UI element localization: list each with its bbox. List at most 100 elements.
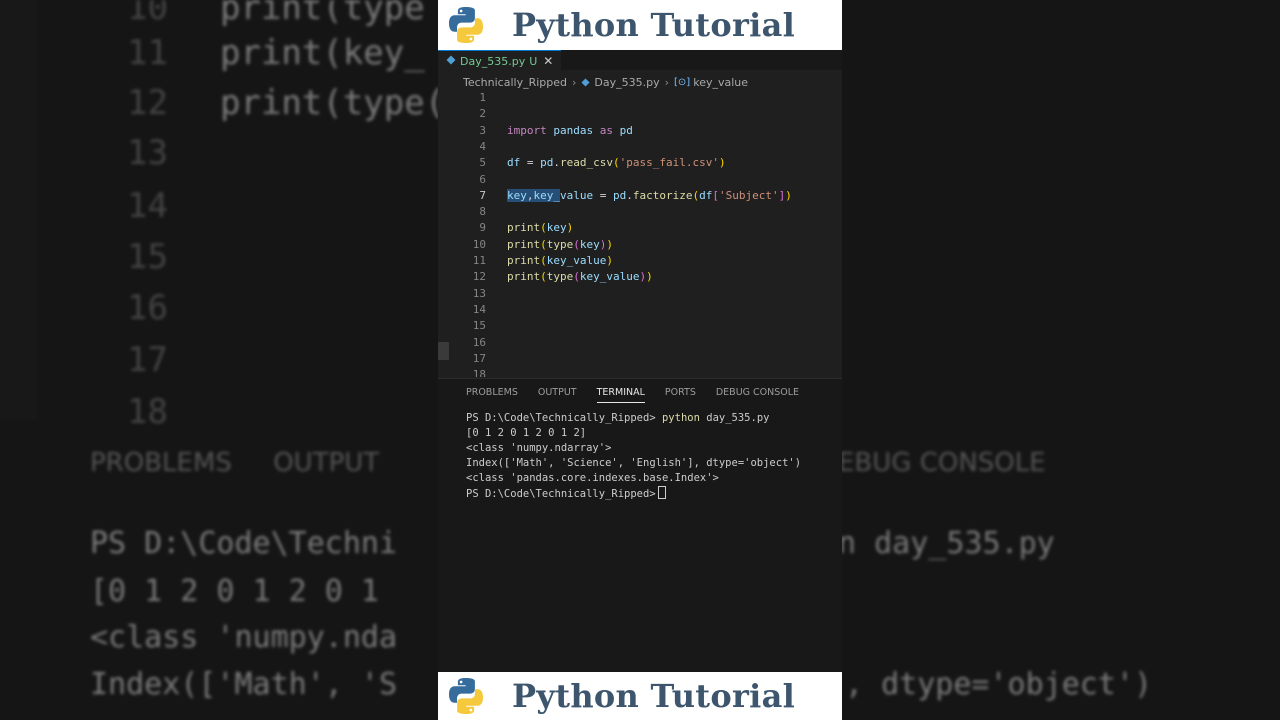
bg-line-number: 15 — [127, 237, 168, 277]
bg-code-line: print(type — [220, 0, 425, 28]
code-line[interactable]: 10 print(type(key)) — [438, 237, 842, 253]
bg-line-number: 13 — [127, 133, 168, 173]
editor-tab-bar: Day_535.py U ✕ — [438, 50, 842, 71]
line-number: 1 — [479, 91, 486, 104]
tab-filename: Day_535.py — [460, 54, 526, 68]
bg-term-line: [0 1 2 0 1 2 0 1 — [90, 574, 379, 609]
code-text: df = pd.read_csv('pass_fail.csv') — [507, 156, 726, 170]
line-number: 17 — [472, 351, 486, 365]
terminal-command: python — [661, 412, 700, 424]
terminal-input-line[interactable]: PS D:\Code\Technically_Ripped> — [466, 486, 666, 502]
line-number: 2 — [479, 107, 486, 121]
breadcrumb-folder[interactable]: Technically_Ripped — [463, 76, 567, 89]
terminal-output-line: [0 1 2 0 1 2 0 1 2] — [466, 427, 587, 439]
code-line[interactable]: 6 — [438, 172, 842, 188]
tab-ports[interactable]: PORTS — [665, 387, 696, 403]
tab-debug-console[interactable]: DEBUG CONSOLE — [716, 387, 799, 403]
bg-line-number: 18 — [127, 392, 168, 432]
terminal-cursor — [657, 486, 666, 499]
bg-code-line: print(key_ — [220, 33, 425, 73]
code-line[interactable]: 9 print(key) — [438, 220, 842, 236]
line-number: 16 — [472, 335, 486, 349]
code-text: import pandas as pd — [507, 123, 633, 137]
line-number: 8 — [479, 205, 486, 219]
code-line[interactable]: 7 key,key_value = pd.factorize(df['Subjec… — [438, 188, 842, 204]
code-line[interactable]: 18 — [438, 367, 842, 377]
bg-panel-tabs-right: EBUG CONSOLE — [838, 448, 1046, 478]
close-icon[interactable]: ✕ — [543, 54, 553, 68]
terminal-prompt: PS D:\Code\Technically_Ripped> — [466, 412, 656, 424]
bg-code-line: print(type( — [220, 83, 446, 123]
python-file-icon — [581, 77, 590, 87]
code-line[interactable]: 14 — [438, 302, 842, 318]
code-text: print(type(key_value)) — [507, 270, 653, 284]
bg-line-number: 16 — [127, 288, 168, 328]
bg-gutter — [0, 0, 38, 420]
bg-line-number: 17 — [127, 340, 168, 380]
line-number: 6 — [479, 172, 486, 186]
line-number: 15 — [472, 319, 486, 333]
breadcrumb: Technically_Ripped › Day_535.py › [⊙] ke… — [463, 72, 748, 92]
terminal-command-line: PS D:\Code\Technically_Ripped> python da… — [466, 411, 769, 426]
code-line[interactable]: 4 — [438, 139, 842, 155]
terminal-final-prompt: PS D:\Code\Technically_Ripped> — [466, 488, 656, 500]
breadcrumb-symbol[interactable]: key_value — [693, 76, 748, 89]
line-number: 3 — [479, 123, 486, 137]
terminal-output-line: <class 'numpy.ndarray'> — [466, 442, 612, 454]
chevron-right-icon: › — [572, 75, 577, 89]
bg-term-line: n day_535.py — [838, 526, 1055, 561]
bg-term-line: , dtype='object') — [845, 667, 1153, 702]
code-text: print(key_value) — [507, 254, 613, 267]
line-number: 14 — [472, 302, 486, 316]
bg-line-number: 14 — [127, 186, 168, 226]
tab-output[interactable]: OUTPUT — [538, 387, 577, 403]
bg-term-line: <class 'numpy.nda — [90, 620, 398, 655]
bottom-panel: PROBLEMS OUTPUT TERMINAL PORTS DEBUG CONSOLE… — [438, 378, 842, 673]
line-number: 12 — [472, 270, 486, 284]
banner-title: Python Tutorial — [512, 6, 796, 44]
terminal-output-line: <class 'pandas.core.indexes.base.Index'> — [466, 472, 719, 484]
tab-status: U — [529, 54, 538, 68]
code-line[interactable]: 5 df = pd.read_csv('pass_fail.csv') — [438, 155, 842, 171]
bg-term-line: PS D:\Code\Techni — [90, 526, 398, 561]
bg-line-number: 10 — [127, 0, 168, 28]
terminal-args: day_535.py — [706, 412, 770, 424]
line-number: 4 — [479, 139, 486, 153]
code-line[interactable]: 3 import pandas as pd — [438, 123, 842, 139]
line-number: 10 — [472, 237, 486, 251]
line-number: 13 — [472, 286, 486, 300]
code-line[interactable]: 16 — [438, 335, 842, 351]
code-line[interactable]: 2 — [438, 106, 842, 122]
code-text: print(key) — [507, 221, 574, 235]
line-number: 7 — [479, 188, 486, 202]
line-number: 18 — [472, 368, 486, 377]
code-text: print(type(key)) — [507, 237, 613, 251]
code-line[interactable]: 1 — [438, 90, 842, 106]
python-logo-icon — [449, 678, 483, 714]
tab-problems[interactable]: PROBLEMS — [466, 387, 518, 403]
tab-day-535[interactable]: Day_535.py U ✕ — [438, 50, 562, 71]
variable-icon: [⊙] — [674, 76, 691, 88]
code-text: key,key_value = pd.factorize(df['Subject… — [507, 188, 792, 202]
tab-terminal[interactable]: TERMINAL — [596, 387, 645, 403]
line-number: 11 — [472, 254, 486, 267]
breadcrumb-file[interactable]: Day_535.py — [594, 76, 659, 89]
bg-panel-tabs-left: PROBLEMS OUTPUT — [90, 448, 380, 478]
bg-line-number: 12 — [127, 83, 168, 123]
python-file-icon — [446, 55, 456, 65]
line-number: 9 — [479, 221, 486, 235]
python-logo-icon — [449, 7, 483, 43]
chevron-right-icon: › — [664, 75, 670, 89]
code-line[interactable]: 15 — [438, 318, 842, 334]
code-line[interactable]: 17 — [438, 351, 842, 367]
terminal-output-line: Index(['Math', 'Science', 'English'], dt… — [466, 457, 802, 469]
code-line[interactable]: 8 — [438, 204, 842, 220]
top-banner: Python Tutorial — [438, 0, 842, 50]
code-editor[interactable]: 1 2 3 import pandas as pd 4 5 df = pd.read_csv… — [438, 90, 842, 377]
line-number: 5 — [479, 156, 486, 170]
code-line[interactable]: 12 print(type(key_value)) — [438, 269, 842, 285]
code-line[interactable]: 11 print(key_value) — [438, 253, 842, 269]
bg-line-number: 11 — [127, 33, 168, 73]
banner-title: Python Tutorial — [512, 677, 796, 715]
code-line[interactable]: 13 — [438, 286, 842, 302]
